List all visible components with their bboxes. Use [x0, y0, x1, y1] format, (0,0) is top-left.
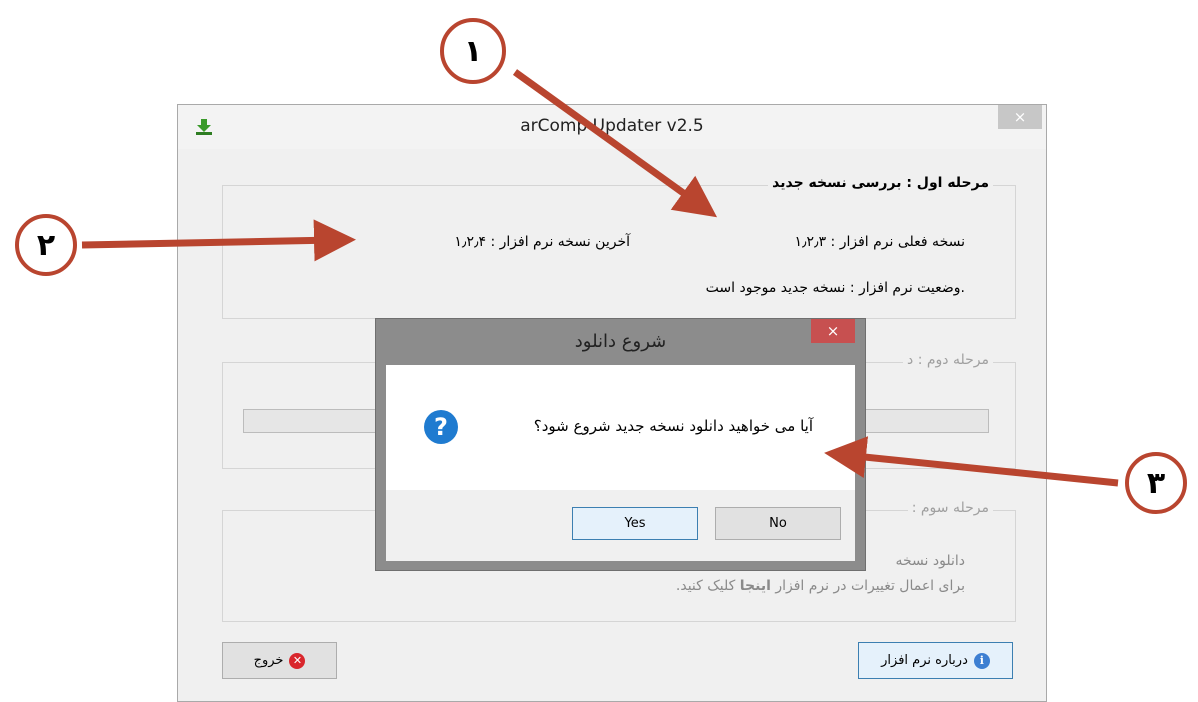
- annotation-arrow-3: [824, 436, 1119, 487]
- annotation-arrow-2: [81, 219, 356, 262]
- annotation-arrow-1: [512, 69, 718, 218]
- annotation-badge-3: ۳: [1125, 452, 1187, 514]
- annotation-badge-2: ۲: [15, 214, 77, 276]
- annotation-arrows: [81, 69, 1119, 487]
- annotation-badge-1: ۱: [440, 18, 506, 84]
